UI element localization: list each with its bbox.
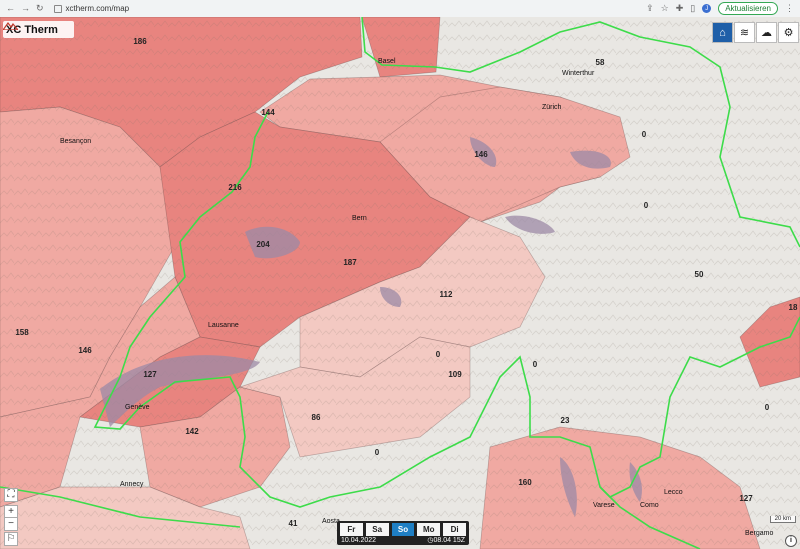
region-value-label: 50 xyxy=(695,270,704,279)
zoom-out-button[interactable]: − xyxy=(4,517,18,531)
address-bar[interactable]: xctherm.com/map xyxy=(53,4,130,13)
region-value-label: 160 xyxy=(518,478,532,487)
home-thermal-button[interactable]: ⌂ xyxy=(712,22,733,43)
forecast-date: 10.04.2022 xyxy=(341,537,377,544)
wind-button[interactable]: ≋ xyxy=(734,22,755,43)
day-button-di[interactable]: Di xyxy=(443,523,466,536)
settings-button[interactable]: ⚙ xyxy=(778,22,799,43)
city-label: Winterthur xyxy=(562,70,595,77)
day-buttons: Fr Sa So Mo Di xyxy=(337,521,469,536)
mountain-logo-icon xyxy=(3,21,18,30)
region-value-label: 58 xyxy=(596,58,605,67)
city-label: Lecco xyxy=(664,489,683,496)
locate-icon: ⚐ xyxy=(6,533,16,544)
url-text[interactable]: xctherm.com/map xyxy=(66,4,130,13)
locate-button[interactable]: ⚐ xyxy=(4,532,18,546)
app-logo[interactable]: XC Therm xyxy=(3,21,74,38)
region-value-label: 216 xyxy=(228,183,242,192)
day-button-fr[interactable]: Fr xyxy=(340,523,363,536)
forecast-meta: 10.04.2022 ◷08.04 15Z xyxy=(337,536,469,545)
browser-actions: ⇪ ☆ ✚ ▯ J Aktualisieren ⋮ xyxy=(646,2,794,15)
map-tool-buttons: ⌂ ≋ ☁ ⚙ xyxy=(712,22,799,43)
region-value-label: 186 xyxy=(133,37,147,46)
browser-toolbar: ← → ↻ xctherm.com/map ⇪ ☆ ✚ ▯ J Aktualis… xyxy=(0,0,800,18)
browser-nav: ← → ↻ xyxy=(6,3,44,14)
region-value-label: 0 xyxy=(533,360,538,369)
region-value-label: 41 xyxy=(289,519,298,528)
layers-icon: ☁ xyxy=(761,27,772,39)
city-label: Annecy xyxy=(120,481,144,488)
reload-icon[interactable]: ↻ xyxy=(36,3,44,14)
settings-gear-icon: ⚙ xyxy=(783,27,794,39)
update-button[interactable]: Aktualisieren xyxy=(718,2,778,15)
model-run-text: 08.04 15Z xyxy=(433,537,465,544)
region-value-label: 187 xyxy=(343,258,357,267)
fullscreen-button[interactable]: ⛶ xyxy=(4,488,18,502)
region-value-label: 127 xyxy=(739,494,753,503)
city-label: Como xyxy=(640,502,659,509)
city-label: Bergamo xyxy=(745,530,774,537)
region-value-label: 146 xyxy=(474,150,488,159)
city-label: Genève xyxy=(125,404,150,411)
forward-arrow-icon[interactable]: → xyxy=(21,3,30,14)
region-value-label: 127 xyxy=(143,370,157,379)
map-view[interactable]: Basel Winterthur Zürich Besançon Bern Lausann… xyxy=(0,17,800,549)
region-value-label: 0 xyxy=(644,201,649,210)
wind-icon: ≋ xyxy=(739,27,750,39)
region-value-label: 0 xyxy=(765,403,770,412)
thermal-map-canvas[interactable]: Basel Winterthur Zürich Besançon Bern Lausann… xyxy=(0,17,800,549)
city-label: Zürich xyxy=(542,104,562,111)
layers-button[interactable]: ☁ xyxy=(756,22,777,43)
bookmark-star-icon[interactable]: ☆ xyxy=(661,3,669,14)
region-value-label: 142 xyxy=(185,427,199,436)
home-thermal-icon: ⌂ xyxy=(719,26,726,39)
share-icon[interactable]: ⇪ xyxy=(646,3,654,14)
day-selector: Fr Sa So Mo Di 10.04.2022 ◷08.04 15Z xyxy=(337,521,469,545)
menu-kebab-icon[interactable]: ⋮ xyxy=(785,3,794,14)
day-button-mo[interactable]: Mo xyxy=(417,523,441,536)
region-value-label: 23 xyxy=(561,416,570,425)
sidebar-icon[interactable]: ▯ xyxy=(690,3,695,14)
extensions-icon[interactable]: ✚ xyxy=(676,3,684,14)
region-value-label: 0 xyxy=(375,448,380,457)
region-value-label: 0 xyxy=(642,130,647,139)
region-value-label: 18 xyxy=(789,303,798,312)
region-value-label: 0 xyxy=(436,350,441,359)
region-value-label: 144 xyxy=(261,108,275,117)
city-label: Varese xyxy=(593,502,615,509)
city-label: Besançon xyxy=(60,138,91,145)
region-value-label: 86 xyxy=(312,413,321,422)
profile-avatar[interactable]: J xyxy=(702,4,712,13)
back-arrow-icon[interactable]: ← xyxy=(6,3,15,14)
model-run: ◷08.04 15Z xyxy=(427,537,465,544)
info-button[interactable]: i xyxy=(785,535,797,547)
day-button-sa[interactable]: Sa xyxy=(365,523,389,536)
region-value-label: 204 xyxy=(256,240,270,249)
fullscreen-icon: ⛶ xyxy=(7,489,15,500)
city-label: Basel xyxy=(378,58,396,65)
region-value-label: 158 xyxy=(15,328,29,337)
day-button-so[interactable]: So xyxy=(391,523,415,536)
city-label: Bern xyxy=(352,215,367,222)
region-value-label: 146 xyxy=(78,346,92,355)
region-value-label: 109 xyxy=(448,370,462,379)
city-label: Lausanne xyxy=(208,322,239,329)
lock-icon xyxy=(53,4,62,13)
region-value-label: 112 xyxy=(440,290,453,299)
scale-bar: 20 km xyxy=(769,516,796,523)
